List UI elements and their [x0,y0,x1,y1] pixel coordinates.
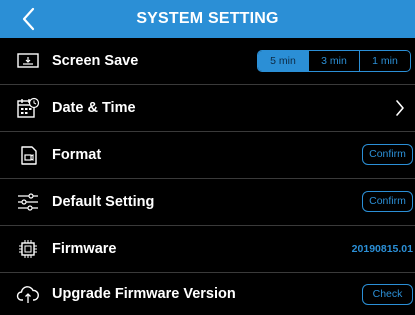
default-setting-row: Default Setting Confirm [0,179,415,226]
firmware-label: Firmware [52,241,117,257]
screen-save-row: Screen Save 5 min 3 min 1 min [0,38,415,85]
firmware-row: Firmware 20190815.01 [0,226,415,273]
screen-save-option-1min[interactable]: 1 min [359,51,410,71]
screen-save-icon [17,53,39,68]
default-setting-label: Default Setting [52,194,155,210]
chevron-right-icon[interactable] [395,99,405,117]
date-time-label: Date & Time [52,100,136,116]
screen-save-option-5min[interactable]: 5 min [258,51,308,71]
default-setting-confirm-button[interactable]: Confirm [362,191,413,212]
sliders-icon [18,193,38,211]
chip-icon [19,240,37,258]
upgrade-check-button[interactable]: Check [362,284,413,305]
format-confirm-button[interactable]: Confirm [362,144,413,165]
upgrade-firmware-label: Upgrade Firmware Version [52,286,236,302]
firmware-version-value: 20190815.01 [351,243,413,255]
page-title: SYSTEM SETTING [136,10,279,27]
calendar-clock-icon [17,97,40,118]
screen-save-selector: 5 min 3 min 1 min [257,50,411,72]
format-sd-card-icon [21,146,37,165]
format-row: Format Confirm [0,132,415,179]
format-label: Format [52,147,102,163]
upgrade-firmware-row: Upgrade Firmware Version Check [0,273,415,315]
date-time-row[interactable]: Date & Time [0,85,415,132]
cloud-upload-icon [16,286,39,303]
screen-save-label: Screen Save [52,53,139,69]
header-bar: SYSTEM SETTING [0,0,415,38]
screen-save-option-3min[interactable]: 3 min [308,51,359,71]
